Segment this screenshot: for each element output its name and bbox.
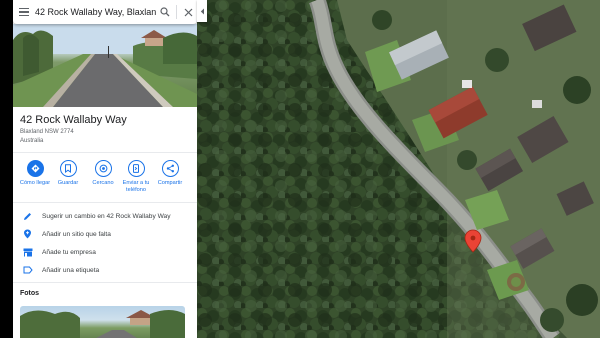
place-panel: 42 Rock Wallaby Way Blaxland NSW 2774 Au… xyxy=(13,0,197,338)
share-icon xyxy=(161,160,179,177)
place-country: Australia xyxy=(20,138,44,144)
add-business-link[interactable]: Añade tu empresa xyxy=(13,244,197,260)
nearby-button[interactable]: Cercano xyxy=(86,160,120,187)
nearby-label: Cercano xyxy=(92,180,114,186)
add-place-icon xyxy=(13,229,42,239)
share-button[interactable]: Compartir xyxy=(153,160,187,187)
nearby-icon xyxy=(94,160,112,177)
street-view-photo[interactable] xyxy=(13,24,197,107)
satellite-imagery xyxy=(197,0,600,338)
business-icon xyxy=(13,248,42,257)
add-missing-place-link[interactable]: Añadir un sitio que falta xyxy=(13,226,197,242)
divider xyxy=(13,152,197,153)
search-icon[interactable] xyxy=(156,0,174,24)
photos-heading: Fotos xyxy=(20,290,40,297)
photo-thumbnail[interactable] xyxy=(20,306,185,338)
chevron-left-icon xyxy=(200,8,204,14)
bookmark-icon xyxy=(59,160,77,177)
divider xyxy=(13,202,197,203)
search-bar xyxy=(13,0,197,24)
send-to-phone-icon xyxy=(127,160,145,177)
divider xyxy=(13,282,197,283)
add-label-link[interactable]: Añadir una etiqueta xyxy=(13,262,197,278)
share-label: Compartir xyxy=(157,180,183,186)
label-icon xyxy=(13,266,42,274)
add-missing-place-label: Añadir un sitio que falta xyxy=(42,230,111,238)
edit-icon xyxy=(13,212,42,221)
close-icon[interactable] xyxy=(179,0,197,24)
satellite-map[interactable] xyxy=(197,0,600,338)
send-to-phone-button[interactable]: Enviar a tu teléfono xyxy=(119,160,153,194)
add-business-label: Añade tu empresa xyxy=(42,248,96,256)
directions-icon xyxy=(26,160,44,177)
save-button[interactable]: Guardar xyxy=(51,160,85,187)
search-divider xyxy=(176,5,177,19)
place-title: 42 Rock Wallaby Way xyxy=(20,114,127,126)
add-label-label: Añadir una etiqueta xyxy=(42,266,100,274)
directions-button[interactable]: Cómo llegar xyxy=(18,160,52,187)
directions-label: Cómo llegar xyxy=(19,180,51,186)
suggest-edit-link[interactable]: Sugerir un cambio en 42 Rock Wallaby Way xyxy=(13,208,197,224)
menu-icon[interactable] xyxy=(13,0,35,24)
search-input[interactable] xyxy=(35,7,156,17)
place-locality: Blaxland NSW 2774 xyxy=(20,129,74,135)
save-label: Guardar xyxy=(57,180,79,186)
send-to-phone-label: Enviar a tu teléfono xyxy=(122,180,150,193)
suggest-edit-label: Sugerir un cambio en 42 Rock Wallaby Way xyxy=(42,212,171,220)
collapse-panel-button[interactable] xyxy=(197,0,207,22)
action-buttons: Cómo llegar Guardar Cercano Enviar a tu … xyxy=(13,160,197,200)
